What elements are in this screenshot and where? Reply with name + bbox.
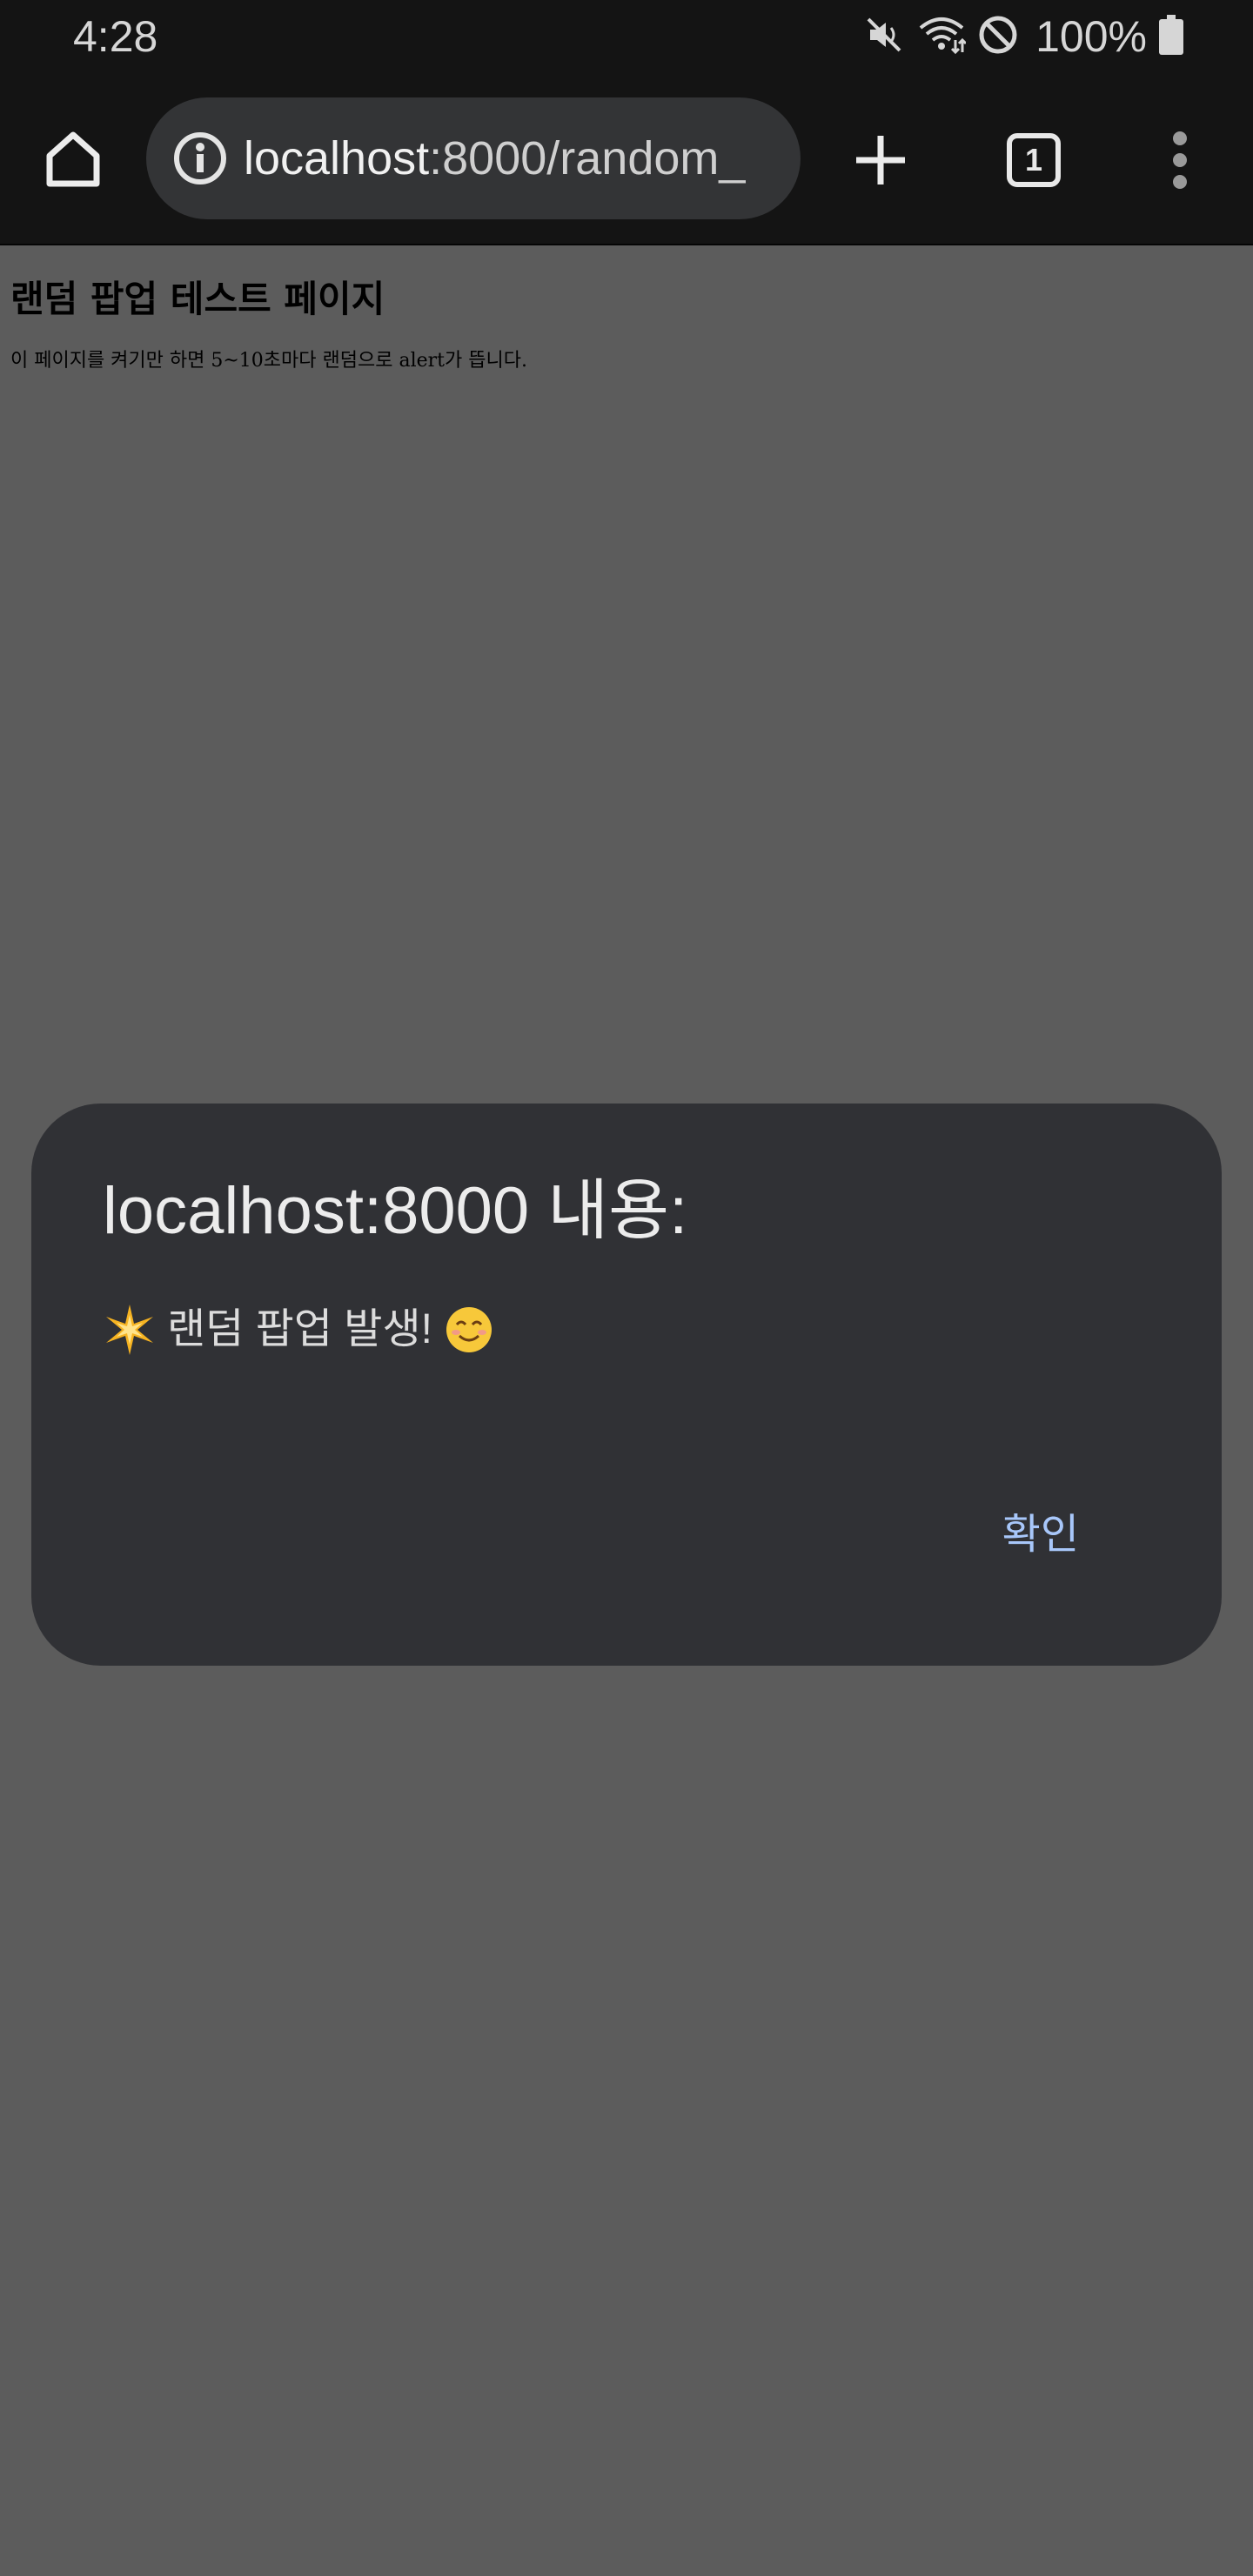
status-icons: 100% <box>863 9 1183 64</box>
alert-dialog: localhost:8000 내용: 랜덤 팝업 발생! 확인 <box>31 1104 1222 1666</box>
status-time: 4:28 <box>73 12 158 61</box>
info-icon <box>174 132 226 184</box>
sparkle-icon <box>103 1303 157 1357</box>
address-bar[interactable]: localhost:8000/random_ <box>146 97 801 219</box>
browser-toolbar: localhost:8000/random_ 1 <box>0 73 1253 245</box>
page-description: 이 페이지를 켜기만 하면 5~10초마다 랜덤으로 alert가 뜹니다. <box>10 350 527 372</box>
wifi-icon <box>917 14 968 60</box>
plus-icon <box>856 136 905 184</box>
url-path: :8000/random_ <box>429 132 746 184</box>
more-menu-button[interactable] <box>1140 120 1220 200</box>
screen: 4:28 100% localhost:8000/random_ 1 랜덤 팝업… <box>0 0 1253 2576</box>
dialog-title: localhost:8000 내용: <box>103 1174 688 1248</box>
home-button[interactable] <box>35 120 111 197</box>
dialog-message: 랜덤 팝업 발생! <box>103 1302 493 1358</box>
ok-button[interactable]: 확인 <box>1002 1507 1079 1563</box>
tab-switcher-button[interactable]: 1 <box>994 120 1074 200</box>
tab-switcher-icon: 1 <box>1007 133 1061 187</box>
smiling-face-icon <box>445 1305 493 1354</box>
battery-icon <box>1159 14 1183 59</box>
new-tab-button[interactable] <box>841 120 921 200</box>
url-text[interactable]: localhost:8000/random_ <box>244 127 783 190</box>
url-host: localhost <box>244 132 430 184</box>
site-info-button[interactable] <box>169 127 231 190</box>
mute-icon <box>863 14 905 60</box>
do-not-disturb-icon <box>978 15 1018 59</box>
home-icon <box>46 131 100 187</box>
dialog-message-text: 랜덤 팝업 발생! <box>167 1306 432 1352</box>
battery-percent: 100% <box>1035 12 1147 61</box>
status-bar: 4:28 100% <box>0 0 1253 73</box>
more-vert-icon <box>1173 131 1187 189</box>
page-title: 랜덤 팝업 테스트 페이지 <box>10 278 385 320</box>
